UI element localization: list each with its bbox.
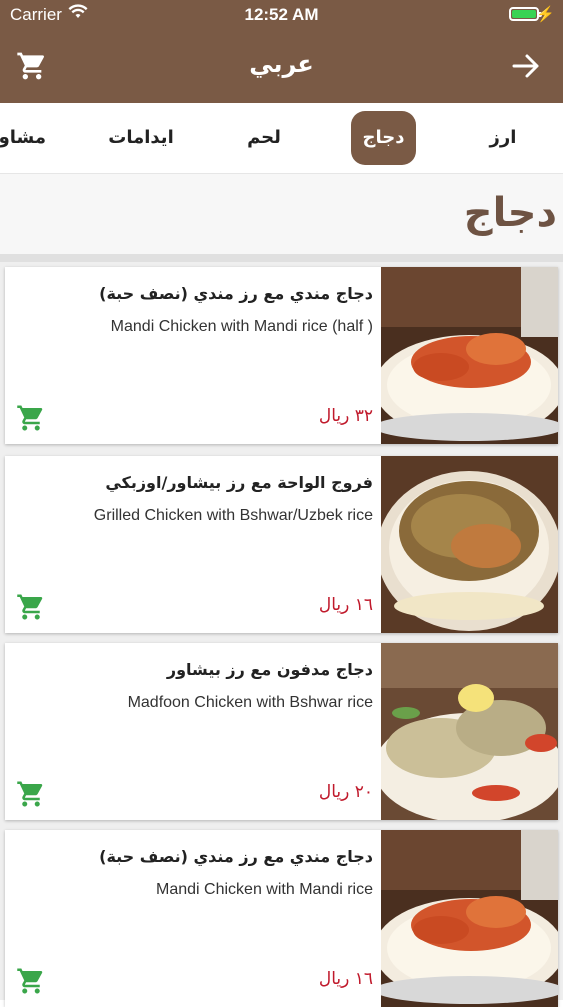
section-title: دجاج xyxy=(463,190,557,236)
item-photo xyxy=(374,267,558,444)
battery-icon xyxy=(509,7,542,21)
item-name-en: Mandi Chicken with Mandi rice (half ) xyxy=(110,318,373,335)
item-name-en: Mandi Chicken with Mandi rice xyxy=(156,881,373,898)
section-header: دجاج xyxy=(0,174,563,254)
tab-grills[interactable]: مشاوي xyxy=(0,111,46,165)
add-to-cart-icon[interactable] xyxy=(15,779,47,809)
add-to-cart-icon[interactable] xyxy=(15,966,47,996)
divider xyxy=(0,254,563,262)
tab-chicken[interactable]: دجاج xyxy=(351,111,416,165)
menu-list: دجاج مندي مع رز مندي (نصف حبة) Mandi Chi… xyxy=(0,262,563,1007)
tab-meat[interactable]: لحم xyxy=(234,111,294,165)
menu-item[interactable]: دجاج مندي مع رز مندي (نصف حبة) Mandi Chi… xyxy=(5,267,558,444)
add-to-cart-icon[interactable] xyxy=(15,592,47,622)
category-tabs: ارز دجاج لحم ايدامات مشاوي xyxy=(0,103,563,174)
item-name-ar: دجاج مندي مع رز مندي (نصف حبة) xyxy=(99,284,373,303)
add-to-cart-icon[interactable] xyxy=(15,403,47,433)
item-name-ar: فروج الواحة مع رز بيشاور/اوزبكي xyxy=(105,473,373,492)
item-price: ١٦ ريال xyxy=(318,595,373,615)
page-title: عربي xyxy=(249,50,314,78)
battery-level xyxy=(512,10,536,18)
item-price: ١٦ ريال xyxy=(318,969,373,989)
item-name-ar: دجاج مندي مع رز مندي (نصف حبة) xyxy=(99,847,373,866)
item-photo xyxy=(374,643,558,820)
menu-item[interactable]: فروج الواحة مع رز بيشاور/اوزبكي Grilled … xyxy=(5,456,558,633)
status-bar: Carrier 12:52 AM ⚡ xyxy=(0,0,563,30)
charging-icon: ⚡ xyxy=(536,6,555,23)
arrow-right-icon[interactable] xyxy=(511,52,541,80)
menu-item[interactable]: دجاج مدفون مع رز بيشاور Madfoon Chicken … xyxy=(5,643,558,820)
item-price: ٢٠ ريال xyxy=(318,782,373,802)
item-name-en: Grilled Chicken with Bshwar/Uzbek rice xyxy=(93,507,373,524)
menu-item[interactable]: دجاج مندي مع رز مندي (نصف حبة) Mandi Chi… xyxy=(5,830,558,1007)
item-name-ar: دجاج مدفون مع رز بيشاور xyxy=(166,660,373,679)
tab-stews[interactable]: ايدامات xyxy=(106,111,176,165)
tab-rice[interactable]: ارز xyxy=(470,111,536,165)
app-header: Carrier 12:52 AM ⚡ عربي xyxy=(0,0,563,103)
item-photo xyxy=(377,456,558,633)
clock: 12:52 AM xyxy=(244,5,319,24)
item-price: ٣٢ ريال xyxy=(318,406,373,426)
item-photo xyxy=(374,830,558,1007)
item-name-en: Madfoon Chicken with Bshwar rice xyxy=(127,694,373,711)
